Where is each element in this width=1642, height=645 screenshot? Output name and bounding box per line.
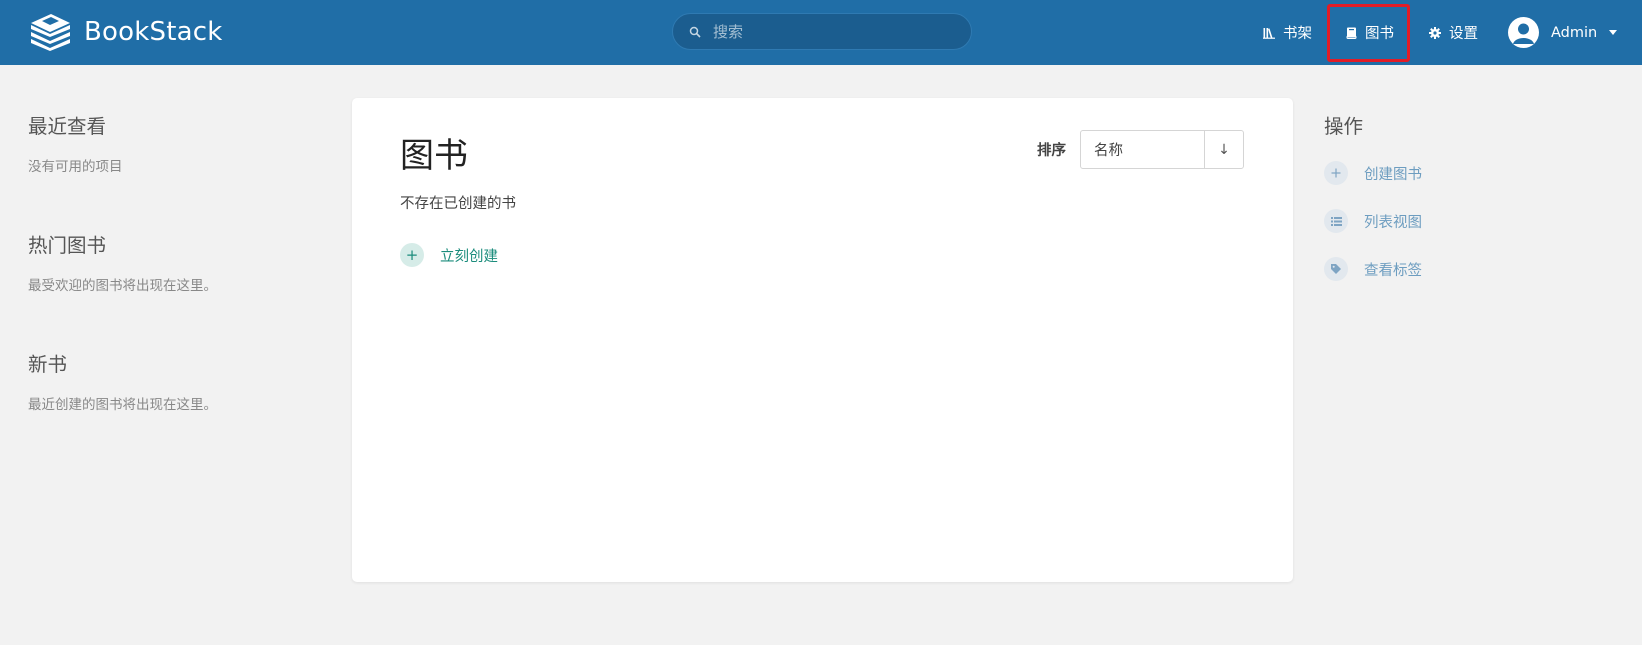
plus-icon	[1324, 161, 1348, 185]
create-now-label: 立刻创建	[440, 248, 498, 265]
brand-name: BookStack	[84, 17, 223, 47]
new-books-empty-text: 最近创建的图书将出现在这里。	[28, 397, 217, 413]
search-bar[interactable]	[672, 13, 972, 50]
popular-title: 热门图书	[28, 234, 107, 257]
create-book-action[interactable]: 创建图书	[1324, 161, 1584, 185]
avatar	[1508, 17, 1539, 48]
recent-title: 最近查看	[28, 115, 107, 138]
nav-settings-label: 设置	[1449, 26, 1478, 42]
list-icon	[1324, 209, 1348, 233]
list-view-label: 列表视图	[1364, 214, 1422, 231]
popular-empty-text: 最受欢迎的图书将出现在这里。	[28, 278, 217, 294]
logo-link[interactable]: BookStack	[29, 13, 223, 51]
plus-icon: +	[400, 243, 424, 267]
page-title: 图书	[400, 136, 468, 176]
shelves-icon	[1263, 27, 1275, 39]
nav-shelves-label: 书架	[1283, 26, 1312, 42]
left-sidebar: 最近查看 没有可用的项目 热门图书 最受欢迎的图书将出现在这里。 新书 最近创建…	[28, 110, 288, 467]
top-header: BookStack 书架 图书	[0, 0, 1642, 65]
bookstack-logo-icon	[31, 14, 70, 51]
create-now-link[interactable]: + 立刻创建	[400, 243, 498, 267]
sort-direction-button[interactable]: ↓	[1205, 131, 1243, 168]
user-menu[interactable]: Admin	[1508, 0, 1618, 65]
view-tags-action[interactable]: 查看标签	[1324, 257, 1584, 281]
active-nav-highlight	[1327, 4, 1410, 62]
actions-sidebar: 操作 创建图书 列表视图 查看标签	[1324, 110, 1584, 305]
new-books-title: 新书	[28, 353, 68, 376]
actions-title: 操作	[1324, 115, 1364, 138]
create-book-label: 创建图书	[1364, 166, 1422, 183]
nav-settings[interactable]: 设置	[1429, 0, 1478, 65]
empty-books-text: 不存在已创建的书	[400, 196, 516, 212]
chevron-down-icon	[1609, 30, 1618, 35]
sort-control: 名称 ↓	[1080, 130, 1244, 169]
gear-icon	[1429, 26, 1441, 39]
sort-select[interactable]: 名称	[1081, 131, 1205, 168]
view-tags-label: 查看标签	[1364, 262, 1422, 279]
nav-shelves[interactable]: 书架	[1263, 0, 1312, 65]
list-view-action[interactable]: 列表视图	[1324, 209, 1584, 233]
sort-label: 排序	[1037, 143, 1066, 159]
recent-empty-text: 没有可用的项目	[28, 159, 123, 175]
books-card: 图书 排序 名称 ↓ 不存在已创建的书 + 立刻创建	[352, 98, 1293, 582]
search-icon	[689, 26, 701, 38]
user-name: Admin	[1551, 24, 1598, 41]
tag-icon	[1324, 257, 1348, 281]
search-input[interactable]	[713, 22, 953, 41]
